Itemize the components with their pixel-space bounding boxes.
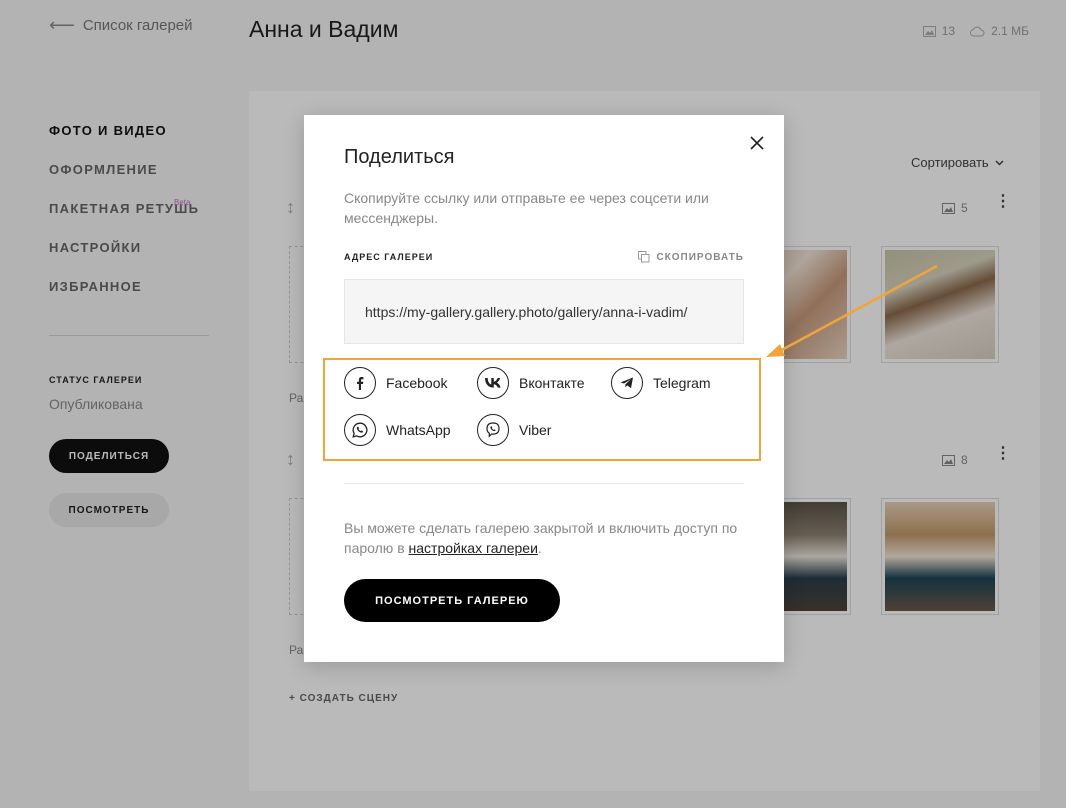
modal-description: Скопируйте ссылку или отправьте ее через… [344, 190, 709, 226]
modal-title: Поделиться [344, 146, 455, 168]
modal-divider [344, 483, 744, 484]
gallery-settings-link[interactable]: настройках галереи [409, 540, 538, 556]
view-gallery-button[interactable]: ПОСМОТРЕТЬ ГАЛЕРЕЮ [344, 579, 560, 622]
copy-link-button[interactable]: СКОПИРОВАТЬ [638, 251, 744, 263]
address-label: АДРЕС ГАЛЕРЕИ [344, 252, 434, 262]
copy-icon [638, 251, 650, 263]
close-icon[interactable] [749, 135, 765, 151]
gallery-url-field[interactable]: https://my-gallery.gallery.photo/gallery… [344, 279, 744, 344]
privacy-note: Вы можете сделать галерею закрытой и вкл… [344, 520, 738, 556]
annotation-highlight-box [323, 358, 761, 461]
